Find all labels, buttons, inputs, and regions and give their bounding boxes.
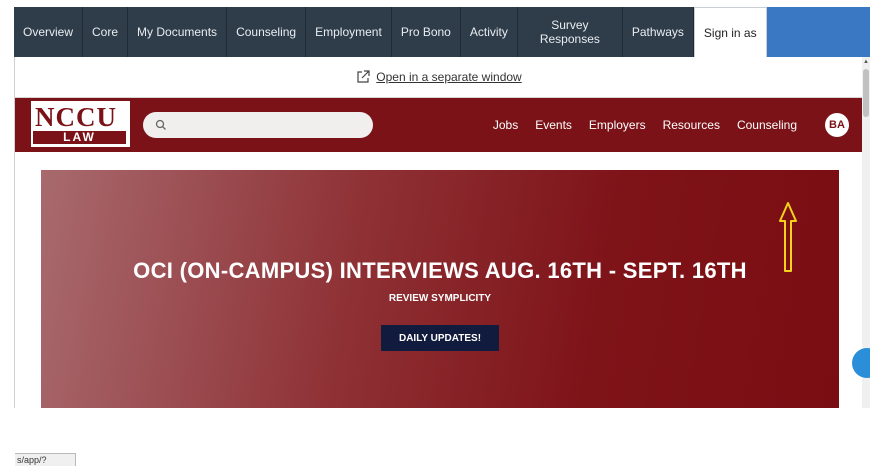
- daily-updates-button[interactable]: DAILY UPDATES!: [381, 325, 499, 351]
- tab-pro-bono[interactable]: Pro Bono: [392, 7, 461, 57]
- nav-events[interactable]: Events: [535, 118, 572, 132]
- tab-overview[interactable]: Overview: [14, 7, 84, 57]
- external-link-icon[interactable]: [356, 70, 370, 84]
- open-separate-window-bar: Open in a separate window: [15, 57, 863, 98]
- logo-text-nccu: NCCU: [35, 102, 117, 132]
- tab-counseling[interactable]: Counseling: [227, 7, 307, 57]
- nccu-law-logo[interactable]: NCCU LAW: [31, 101, 130, 147]
- nav-counseling[interactable]: Counseling: [737, 118, 797, 132]
- tab-survey-responses[interactable]: Survey Responses: [518, 7, 623, 57]
- hero-banner: OCI (ON-CAMPUS) INTERVIEWS AUG. 16TH - S…: [41, 170, 839, 408]
- embedded-frame: Open in a separate window NCCU LAW Jobs …: [14, 57, 863, 466]
- nav-jobs[interactable]: Jobs: [493, 118, 518, 132]
- search-input[interactable]: [143, 112, 373, 138]
- hero-title: OCI (ON-CAMPUS) INTERVIEWS AUG. 16TH - S…: [133, 258, 747, 283]
- nav-employers[interactable]: Employers: [589, 118, 646, 132]
- status-bar-url: s/app/?: [15, 453, 76, 466]
- search-icon: [155, 119, 166, 130]
- open-separate-window-link[interactable]: Open in a separate window: [376, 70, 521, 84]
- tab-my-documents[interactable]: My Documents: [128, 7, 228, 57]
- tab-bar-fill: [766, 7, 870, 57]
- logo-text-law: LAW: [33, 131, 126, 144]
- site-header: NCCU LAW Jobs Events Employers Resources…: [15, 98, 863, 152]
- scroll-up-arrow-icon[interactable]: ▲: [863, 59, 869, 65]
- top-tab-bar: Overview Core My Documents Counseling Em…: [14, 7, 870, 57]
- tab-sign-in-as[interactable]: Sign in as: [693, 7, 767, 57]
- tab-pathways[interactable]: Pathways: [623, 7, 694, 57]
- main-nav: Jobs Events Employers Resources Counseli…: [493, 98, 797, 152]
- scrollbar-thumb[interactable]: [863, 69, 869, 117]
- nav-resources[interactable]: Resources: [663, 118, 720, 132]
- tab-employment[interactable]: Employment: [306, 7, 392, 57]
- annotation-arrow-icon: [779, 202, 797, 272]
- hero-subtitle: REVIEW SYMPLICITY: [388, 293, 492, 304]
- tab-activity[interactable]: Activity: [461, 7, 518, 57]
- avatar[interactable]: BA: [825, 113, 849, 137]
- tab-core[interactable]: Core: [83, 7, 129, 57]
